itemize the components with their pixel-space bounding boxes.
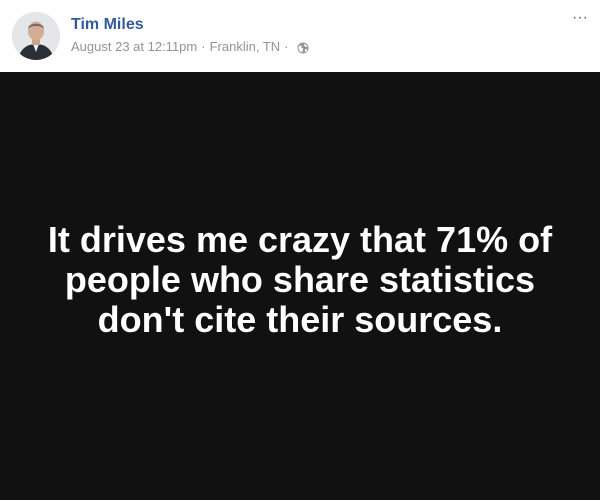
post-header: Tim Miles August 23 at 12:11pm · Frankli… (0, 0, 600, 72)
author-name[interactable]: Tim Miles (71, 15, 144, 35)
post-timestamp[interactable]: August 23 at 12:11pm (71, 38, 197, 56)
avatar-image (12, 12, 60, 60)
globe-icon[interactable] (297, 41, 309, 54)
avatar[interactable] (12, 12, 60, 60)
more-options-button[interactable]: ··· (572, 10, 588, 26)
post-text: It drives me crazy that 71% of people wh… (47, 219, 553, 340)
facebook-post: Tim Miles August 23 at 12:11pm · Frankli… (0, 0, 600, 500)
post-location[interactable]: Franklin, TN (210, 38, 281, 56)
meta-separator: · (201, 39, 206, 54)
post-meta: August 23 at 12:11pm · Franklin, TN · (71, 38, 309, 56)
post-content: It drives me crazy that 71% of people wh… (0, 72, 600, 500)
meta-separator: · (284, 39, 289, 54)
